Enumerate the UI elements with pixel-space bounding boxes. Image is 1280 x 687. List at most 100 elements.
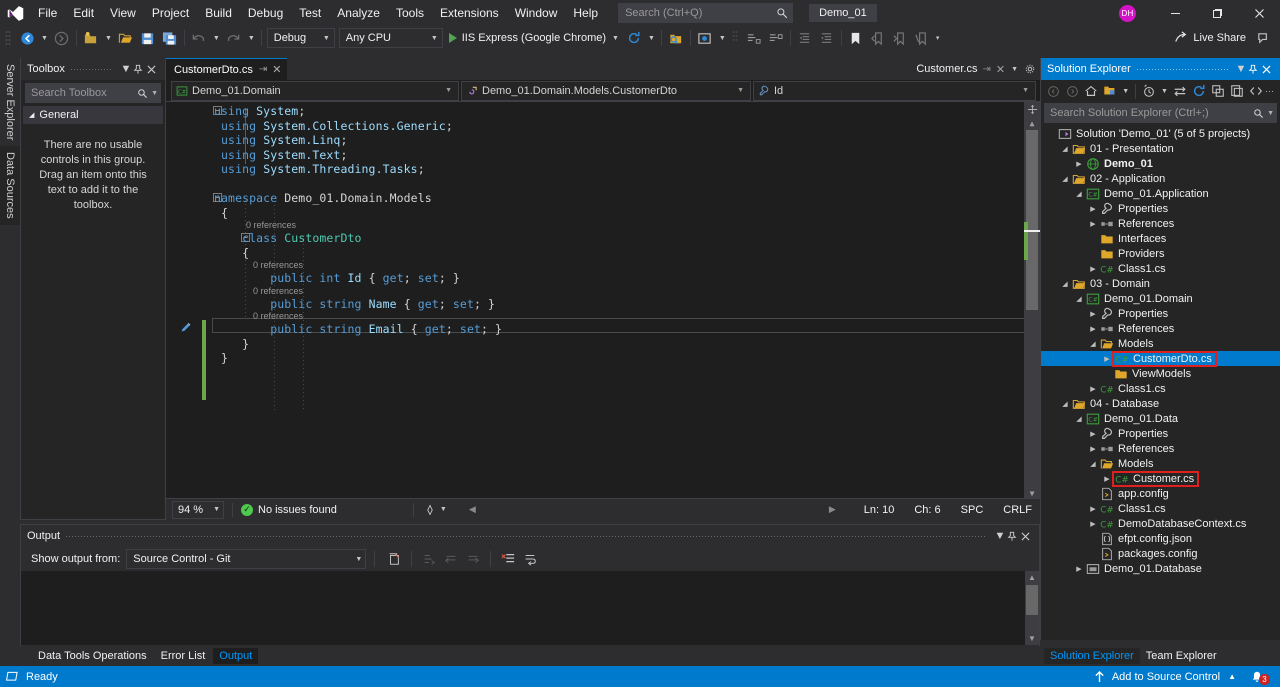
scroll-down-arrow[interactable]: ▼ bbox=[1025, 634, 1039, 643]
tree-item[interactable]: app.config bbox=[1041, 486, 1280, 501]
save-icon[interactable] bbox=[137, 27, 159, 49]
tree-item[interactable]: ▶References bbox=[1041, 441, 1280, 456]
comment-icon[interactable] bbox=[743, 27, 765, 49]
code-line[interactable]: namespace Demo_01.Domain.Models bbox=[214, 191, 432, 205]
tree-item[interactable]: ▶Demo_01.Database bbox=[1041, 561, 1280, 576]
code-line[interactable]: { bbox=[214, 246, 249, 260]
tree-item[interactable]: ▶Properties bbox=[1041, 426, 1280, 441]
triangle-right-icon[interactable]: ▶ bbox=[1073, 160, 1085, 168]
triangle-right-icon[interactable]: ▶ bbox=[1087, 220, 1099, 228]
hscroll-right-arrow[interactable]: ▶ bbox=[829, 504, 836, 515]
triangle-right-icon[interactable]: ▶ bbox=[1087, 310, 1099, 318]
pin-icon[interactable] bbox=[133, 64, 147, 75]
navigate-back-icon[interactable] bbox=[1044, 81, 1063, 101]
find-in-files-icon[interactable] bbox=[665, 27, 687, 49]
navbar-project-combo[interactable]: C# Demo_01.Domain ▼ bbox=[171, 81, 459, 101]
previous-message-icon[interactable] bbox=[440, 548, 462, 570]
toolbox-drag-handle[interactable] bbox=[71, 69, 113, 70]
tab-team-explorer[interactable]: Team Explorer bbox=[1140, 648, 1223, 664]
new-project-dropdown-icon[interactable]: ▼ bbox=[102, 35, 115, 42]
triangle-right-icon[interactable]: ▶ bbox=[1087, 520, 1099, 528]
live-share-button[interactable]: Live Share bbox=[1174, 31, 1252, 45]
preview-tab-label[interactable]: Customer.cs bbox=[916, 63, 977, 75]
hot-reload-icon[interactable] bbox=[623, 27, 645, 49]
tree-item[interactable]: ▶References bbox=[1041, 321, 1280, 336]
spaces-indicator[interactable]: SPC bbox=[961, 504, 984, 516]
pin-icon[interactable] bbox=[1248, 64, 1262, 75]
pin-icon[interactable]: ⇥ bbox=[977, 64, 995, 75]
open-file-icon[interactable] bbox=[115, 27, 137, 49]
decrease-indent-icon[interactable] bbox=[794, 27, 816, 49]
triangle-right-icon[interactable]: ▶ bbox=[1101, 355, 1113, 363]
minimize-icon[interactable] bbox=[1154, 0, 1196, 26]
new-project-icon[interactable] bbox=[80, 27, 102, 49]
triangle-down-icon[interactable]: ◢ bbox=[1073, 415, 1085, 423]
uncomment-icon[interactable] bbox=[765, 27, 787, 49]
code-line[interactable]: using System.Linq; bbox=[214, 133, 347, 147]
solution-configuration-combo[interactable]: Debug ▼ bbox=[267, 28, 335, 48]
show-all-files-icon[interactable] bbox=[1227, 81, 1246, 101]
code-lens-references[interactable]: 0 references bbox=[243, 311, 303, 321]
avatar[interactable]: DH bbox=[1119, 5, 1136, 22]
scroll-up-arrow[interactable]: ▲ bbox=[1025, 573, 1039, 582]
chevron-down-icon[interactable]: ▼ bbox=[612, 35, 619, 42]
triangle-down-icon[interactable]: ◢ bbox=[1059, 400, 1071, 408]
code-line[interactable]: using System.Text; bbox=[214, 148, 347, 162]
add-to-source-control-button[interactable]: Add to Source Control bbox=[1112, 671, 1220, 683]
tree-item[interactable]: ▶C#CustomerDto.cs bbox=[1041, 351, 1280, 366]
quick-launch-search[interactable] bbox=[618, 3, 793, 23]
save-all-icon[interactable] bbox=[159, 27, 181, 49]
scroll-down-arrow[interactable]: ▼ bbox=[1024, 488, 1040, 498]
scrollbar-thumb[interactable] bbox=[1026, 585, 1038, 615]
solution-tree[interactable]: Solution 'Demo_01' (5 of 5 projects)◢01 … bbox=[1041, 126, 1280, 576]
code-line[interactable]: } bbox=[214, 337, 249, 351]
hot-reload-dropdown-icon[interactable]: ▼ bbox=[645, 35, 658, 42]
redo-icon[interactable] bbox=[223, 27, 245, 49]
chevron-up-icon[interactable]: ▲ bbox=[1228, 672, 1236, 681]
tree-item[interactable]: ◢C#Demo_01.Data bbox=[1041, 411, 1280, 426]
triangle-down-icon[interactable]: ◢ bbox=[1087, 340, 1099, 348]
navbar-member-combo[interactable]: Id ▼ bbox=[753, 81, 1036, 101]
triangle-right-icon[interactable]: ▶ bbox=[1087, 265, 1099, 273]
collapse-all-icon[interactable] bbox=[1209, 81, 1228, 101]
screenshot-dropdown-icon[interactable]: ▼ bbox=[716, 35, 729, 42]
menu-debug[interactable]: Debug bbox=[240, 2, 291, 24]
source-navigation-button[interactable]: ▼ bbox=[424, 504, 447, 516]
line-ending-indicator[interactable]: CRLF bbox=[1003, 504, 1032, 516]
screenshot-icon[interactable] bbox=[694, 27, 716, 49]
code-line[interactable]: } bbox=[214, 351, 228, 365]
zoom-level-combo[interactable]: 94 % ▼ bbox=[172, 501, 224, 519]
tree-item[interactable]: ◢C#Demo_01.Application bbox=[1041, 186, 1280, 201]
triangle-right-icon[interactable]: ▶ bbox=[1087, 445, 1099, 453]
history-filter-icon[interactable] bbox=[1139, 81, 1158, 101]
tree-item[interactable]: ▶Properties bbox=[1041, 306, 1280, 321]
undo-dropdown-icon[interactable]: ▼ bbox=[210, 35, 223, 42]
clear-all-icon[interactable] bbox=[497, 548, 519, 570]
code-line[interactable]: public int Id { get; set; } bbox=[214, 271, 460, 285]
triangle-right-icon[interactable]: ▶ bbox=[1087, 385, 1099, 393]
menu-analyze[interactable]: Analyze bbox=[329, 2, 388, 24]
home-icon[interactable] bbox=[1082, 81, 1101, 101]
triangle-right-icon[interactable]: ▶ bbox=[1087, 430, 1099, 438]
tree-item[interactable]: ViewModels bbox=[1041, 366, 1280, 381]
tree-item[interactable]: Interfaces bbox=[1041, 231, 1280, 246]
code-line[interactable]: using System; bbox=[214, 104, 305, 118]
toolbox-search-options-icon[interactable]: ▼ bbox=[148, 90, 158, 97]
menu-window[interactable]: Window bbox=[507, 2, 566, 24]
triangle-right-icon[interactable]: ▶ bbox=[1087, 205, 1099, 213]
hscroll-left-arrow[interactable]: ◀ bbox=[469, 504, 476, 515]
toolbar-grip[interactable] bbox=[732, 30, 740, 46]
code-lens-references[interactable]: 0 references bbox=[243, 260, 303, 270]
solution-explorer-search[interactable]: ▼ bbox=[1044, 103, 1277, 123]
next-message-icon[interactable] bbox=[462, 548, 484, 570]
tree-item[interactable]: ▶C#Class1.cs bbox=[1041, 261, 1280, 276]
output-vertical-scrollbar[interactable]: ▲ ▼ bbox=[1025, 571, 1039, 645]
triangle-down-icon[interactable]: ◢ bbox=[1087, 460, 1099, 468]
triangle-down-icon[interactable]: ◢ bbox=[1059, 145, 1071, 153]
tree-item[interactable]: ▶C#Class1.cs bbox=[1041, 381, 1280, 396]
split-view-icon[interactable] bbox=[1024, 102, 1040, 116]
toggle-word-wrap-icon[interactable] bbox=[519, 548, 541, 570]
menu-edit[interactable]: Edit bbox=[65, 2, 102, 24]
increase-indent-icon[interactable] bbox=[816, 27, 838, 49]
go-to-message-icon[interactable] bbox=[418, 548, 440, 570]
